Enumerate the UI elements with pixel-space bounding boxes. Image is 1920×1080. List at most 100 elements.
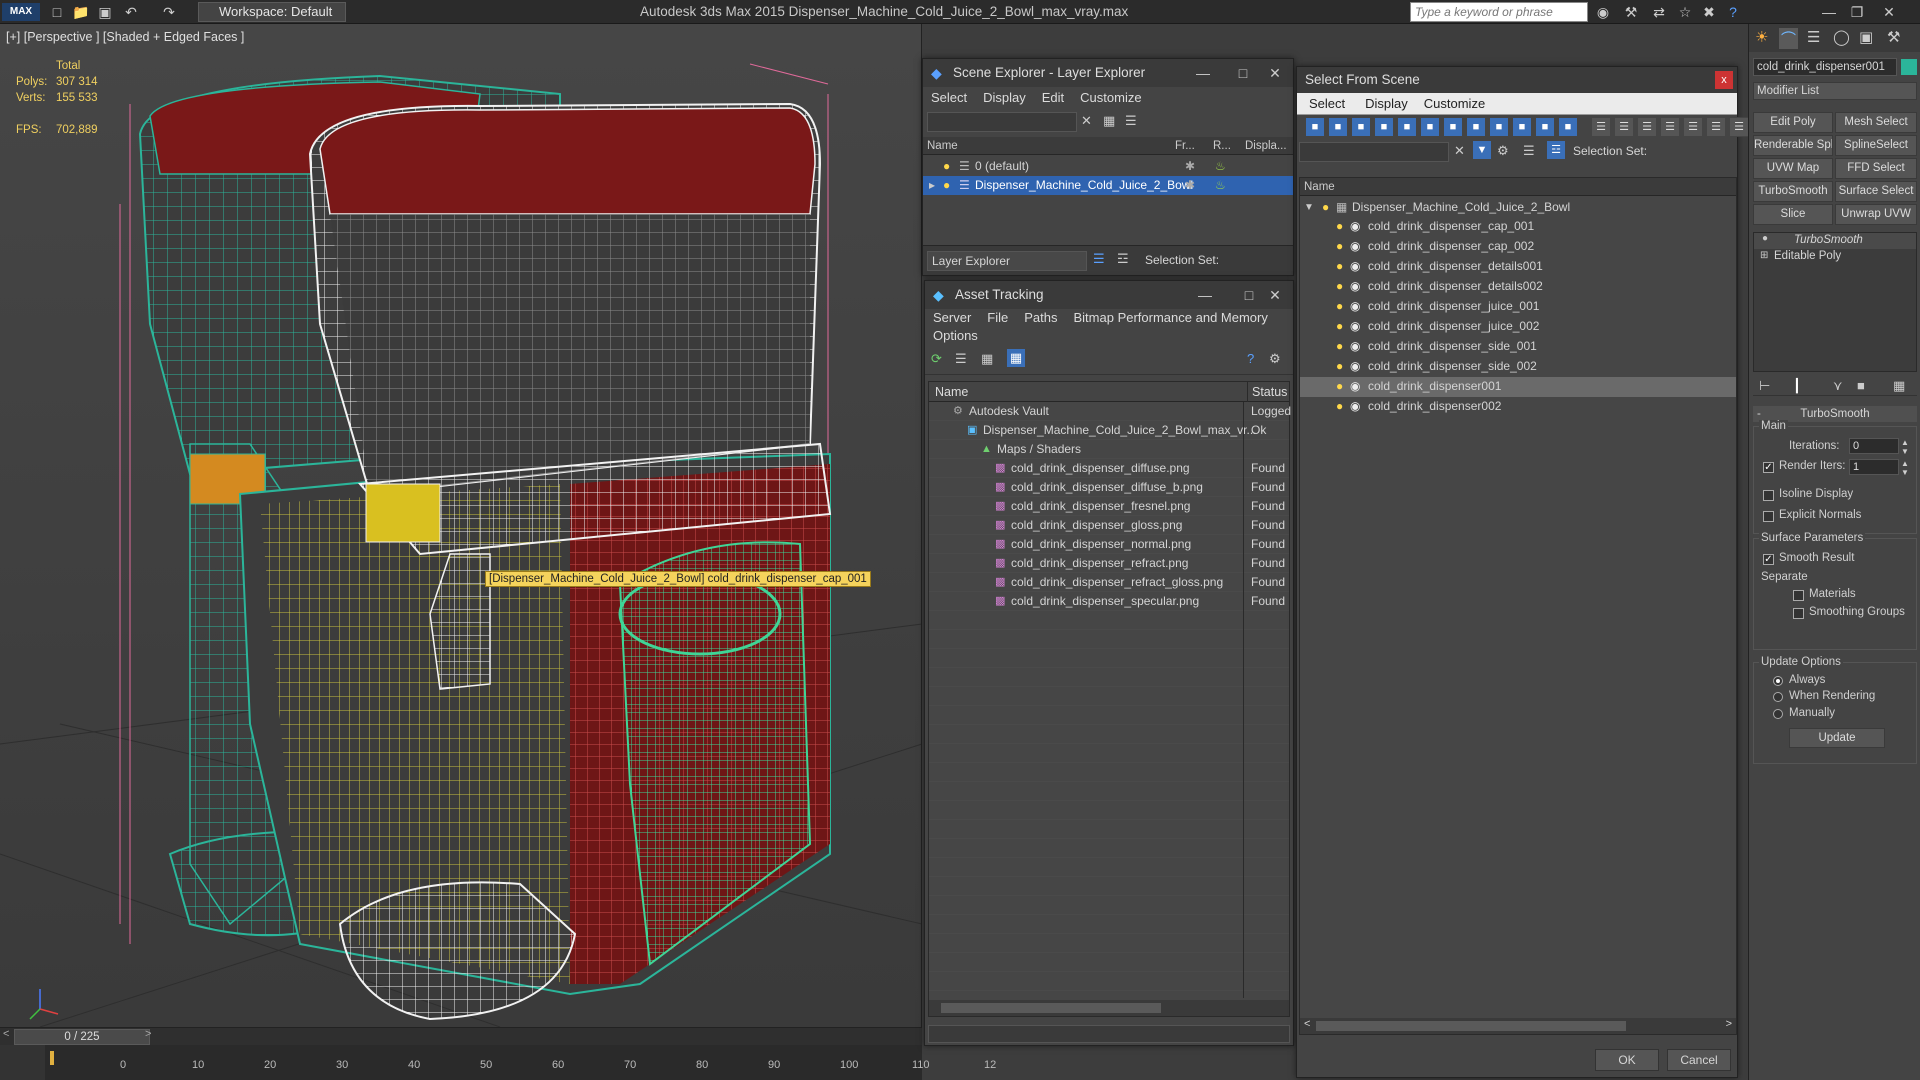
thumbnail-view-icon[interactable]: ▦: [981, 351, 993, 367]
freeze-icon[interactable]: ✱: [1185, 176, 1195, 195]
cancel-button[interactable]: Cancel: [1667, 1049, 1731, 1071]
hidden-filter-icon[interactable]: ■: [1558, 117, 1578, 137]
remove-modifier-icon[interactable]: ■: [1857, 378, 1865, 393]
invert-filter-icon[interactable]: ☰: [1637, 117, 1657, 137]
uvw-map-button[interactable]: UVW Map: [1753, 158, 1833, 179]
modifier-list-select[interactable]: Modifier List: [1753, 82, 1917, 100]
menu-customize[interactable]: Customize: [1416, 93, 1493, 115]
display-tab-icon[interactable]: ▣: [1859, 28, 1873, 46]
shapes-filter-icon[interactable]: ■: [1328, 117, 1348, 137]
frozen-filter-icon[interactable]: ■: [1535, 117, 1555, 137]
spinner-arrows-icon[interactable]: ▲ ▼: [1901, 459, 1909, 477]
smoothing-groups-checkbox[interactable]: [1793, 608, 1804, 619]
lightbulb-icon[interactable]: ●: [1336, 277, 1343, 296]
layer-row[interactable]: ▸ ● ☰ Dispenser_Machine_Cold_Juice_2_Bow…: [923, 176, 1293, 195]
object-row[interactable]: ● ◉ cold_drink_dispenser_details002: [1300, 277, 1736, 297]
render-teapot-icon[interactable]: ♨: [1215, 157, 1226, 176]
columns-filter-icon[interactable]: ☰: [1729, 117, 1749, 137]
col-name[interactable]: Name: [935, 382, 968, 402]
prev-frame-icon[interactable]: <: [3, 1028, 9, 1040]
table-view-icon[interactable]: ▦: [1007, 349, 1025, 367]
filter-icon[interactable]: ▼: [1473, 141, 1491, 159]
layers-filter-icon[interactable]: ☰: [1660, 117, 1680, 137]
freeze-icon[interactable]: ✱: [1185, 157, 1195, 176]
asset-row[interactable]: ▩ cold_drink_dispenser_specular.png Found: [929, 592, 1289, 611]
lightbulb-icon[interactable]: ●: [1336, 237, 1343, 256]
object-color-swatch[interactable]: [1901, 59, 1917, 75]
find-input[interactable]: [1299, 142, 1449, 162]
col-name[interactable]: Name: [927, 137, 958, 155]
asset-row[interactable]: ▩ cold_drink_dispenser_refract.png Found: [929, 554, 1289, 573]
viewport-label[interactable]: [+] [Perspective ] [Shaded + Edged Faces…: [6, 30, 244, 44]
search-input[interactable]: Type a keyword or phrase: [1410, 2, 1588, 22]
settings-icon[interactable]: ⚙: [1269, 351, 1281, 367]
hierarchy-tab-icon[interactable]: ☰: [1807, 28, 1820, 46]
restore-icon[interactable]: ❐: [1848, 3, 1866, 21]
minimize-icon[interactable]: —: [1185, 281, 1225, 309]
star-icon[interactable]: ☆: [1676, 3, 1694, 21]
layer-explorer-icon[interactable]: ☰: [1093, 251, 1105, 267]
object-row[interactable]: ● ◉ cold_drink_dispenser_side_001: [1300, 337, 1736, 357]
edit-poly-button[interactable]: Edit Poly: [1753, 112, 1833, 133]
menu-bitmap-performance[interactable]: Bitmap Performance and Memory: [1066, 309, 1276, 327]
lightbulb-icon[interactable]: ●: [1762, 233, 1768, 244]
object-row[interactable]: ● ◉ cold_drink_dispenser_cap_001: [1300, 217, 1736, 237]
object-row[interactable]: ● ◉ cold_drink_dispenser_cap_002: [1300, 237, 1736, 257]
filter-icon[interactable]: ▦: [1103, 113, 1115, 129]
ok-button[interactable]: OK: [1595, 1049, 1659, 1071]
object-root-row[interactable]: ▼ ● ▦ Dispenser_Machine_Cold_Juice_2_Bow…: [1300, 198, 1736, 217]
minimize-icon[interactable]: —: [1183, 59, 1223, 87]
minimize-icon[interactable]: —: [1820, 3, 1838, 21]
materials-checkbox[interactable]: [1793, 590, 1804, 601]
menu-select[interactable]: Select: [1297, 93, 1357, 115]
cameras-filter-icon[interactable]: ■: [1374, 117, 1394, 137]
new-file-icon[interactable]: □: [48, 3, 66, 21]
stack-item-turbosmooth[interactable]: ● TurboSmooth: [1754, 233, 1916, 249]
bones-filter-icon[interactable]: ■: [1489, 117, 1509, 137]
options-icon[interactable]: ⚙: [1497, 143, 1509, 159]
col-display[interactable]: Displa...: [1245, 137, 1287, 155]
render-iters-spinner[interactable]: 1: [1849, 459, 1899, 475]
undo-icon[interactable]: ↶: [122, 3, 140, 21]
mesh-select-button[interactable]: Mesh Select: [1835, 112, 1917, 133]
layers-icon[interactable]: ☰: [1125, 113, 1137, 129]
hierarchy-filter-icon[interactable]: ☰: [1706, 117, 1726, 137]
expand-icon[interactable]: ▸: [929, 176, 935, 195]
list-view-icon[interactable]: ☰: [955, 351, 967, 367]
object-row[interactable]: ● ◉ cold_drink_dispenser_side_002: [1300, 357, 1736, 377]
containers-filter-icon[interactable]: ■: [1512, 117, 1532, 137]
select-none-filter-icon[interactable]: ☰: [1614, 117, 1634, 137]
lightbulb-icon[interactable]: ●: [943, 176, 950, 195]
tools-icon[interactable]: ⚒: [1622, 3, 1640, 21]
iterations-spinner[interactable]: 0: [1849, 438, 1899, 454]
col-name[interactable]: Name: [1300, 178, 1736, 196]
utilities-tab-icon[interactable]: ⚒: [1887, 28, 1900, 46]
motion-tab-icon[interactable]: ◯: [1833, 28, 1850, 46]
menu-paths[interactable]: Paths: [1016, 309, 1065, 327]
clear-search-icon[interactable]: ✕: [1081, 113, 1092, 129]
menu-customize[interactable]: Customize: [1072, 87, 1149, 109]
lightbulb-icon[interactable]: ●: [1336, 217, 1343, 236]
isoline-display-checkbox[interactable]: [1763, 490, 1774, 501]
update-button[interactable]: Update: [1789, 728, 1885, 748]
exchange-icon[interactable]: ⇄: [1650, 3, 1668, 21]
time-slider-bar[interactable]: < 0 / 225 >: [0, 1027, 922, 1045]
scrollbar-thumb[interactable]: [941, 1003, 1161, 1013]
track-bar-icon[interactable]: [0, 1045, 45, 1080]
select-from-scene-title[interactable]: Select From Scene: [1297, 67, 1737, 93]
spline-select-button[interactable]: SplineSelect: [1835, 135, 1917, 156]
object-row[interactable]: ● ◉ cold_drink_dispenser_juice_002: [1300, 317, 1736, 337]
scrollbar-thumb[interactable]: [1316, 1021, 1626, 1031]
filter-filter-icon[interactable]: ☰: [1683, 117, 1703, 137]
xrefs-filter-icon[interactable]: ■: [1466, 117, 1486, 137]
help-icon[interactable]: ?: [1247, 351, 1254, 366]
surface-select-button[interactable]: Surface Select: [1835, 181, 1917, 202]
slice-button[interactable]: Slice: [1753, 204, 1833, 225]
lightbulb-icon[interactable]: ●: [943, 157, 950, 176]
asset-row[interactable]: ▩ cold_drink_dispenser_normal.png Found: [929, 535, 1289, 554]
scroll-left-icon[interactable]: <: [1304, 1018, 1310, 1030]
menu-display[interactable]: Display: [975, 87, 1034, 109]
lightbulb-icon[interactable]: ●: [1336, 337, 1343, 356]
open-file-icon[interactable]: 📁: [72, 3, 90, 21]
geometry-filter-icon[interactable]: ■: [1305, 117, 1325, 137]
